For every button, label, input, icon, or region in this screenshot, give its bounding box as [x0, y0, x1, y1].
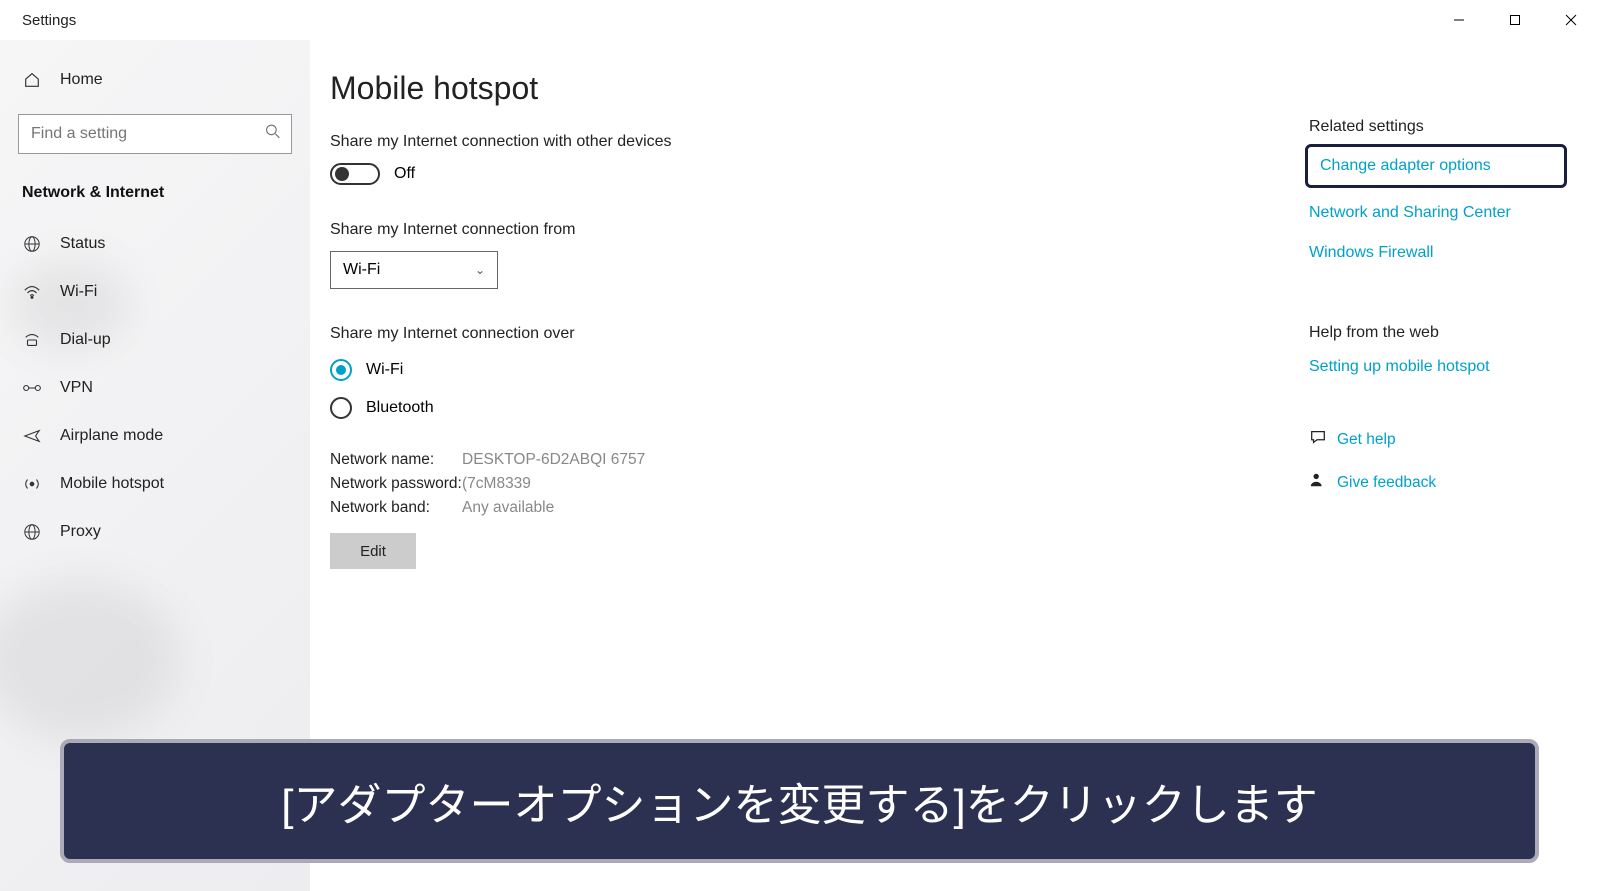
network-band-label: Network band:	[330, 499, 462, 517]
share-over-radios: Wi-Fi Bluetooth	[330, 359, 1150, 419]
sidebar-item-status[interactable]: Status	[0, 220, 310, 268]
blur-decoration	[0, 580, 180, 740]
radio-circle-icon	[330, 397, 352, 419]
dropdown-value: Wi-Fi	[343, 261, 380, 279]
search-input[interactable]	[19, 115, 291, 153]
vpn-icon	[22, 378, 42, 398]
chevron-down-icon: ⌄	[475, 263, 485, 277]
related-settings-heading: Related settings	[1309, 118, 1559, 136]
window-title: Settings	[22, 12, 76, 29]
page-title: Mobile hotspot	[330, 70, 1150, 107]
globe-icon	[22, 234, 42, 254]
radio-circle-icon	[330, 359, 352, 381]
get-help-row[interactable]: Get help	[1309, 428, 1559, 451]
sidebar-item-proxy[interactable]: Proxy	[0, 508, 310, 556]
feedback-row[interactable]: Give feedback	[1309, 471, 1559, 494]
radio-wifi[interactable]: Wi-Fi	[330, 359, 1150, 381]
sidebar-item-vpn[interactable]: VPN	[0, 364, 310, 412]
caption-text: [アダプターオプションを変更する]をクリックします	[94, 769, 1505, 833]
share-devices-label: Share my Internet connection with other …	[330, 133, 1150, 151]
change-adapter-link[interactable]: Change adapter options	[1320, 157, 1552, 175]
network-name-value: DESKTOP-6D2ABQI 6757	[462, 451, 645, 469]
help-heading: Help from the web	[1309, 324, 1559, 342]
network-sharing-link[interactable]: Network and Sharing Center	[1309, 204, 1559, 222]
home-link[interactable]: Home	[0, 60, 310, 100]
network-password-value: (7cM8339	[462, 475, 531, 493]
sidebar-item-label: VPN	[60, 379, 93, 397]
main-content: Mobile hotspot Share my Internet connect…	[330, 70, 1150, 569]
sidebar-item-label: Mobile hotspot	[60, 475, 164, 493]
network-name-row: Network name: DESKTOP-6D2ABQI 6757	[330, 451, 1150, 469]
network-password-label: Network password:	[330, 475, 462, 493]
get-help-link: Get help	[1337, 431, 1396, 449]
radio-bluetooth[interactable]: Bluetooth	[330, 397, 1150, 419]
home-icon	[22, 70, 42, 90]
network-band-value: Any available	[462, 499, 554, 517]
feedback-link: Give feedback	[1337, 474, 1436, 492]
minimize-button[interactable]	[1431, 0, 1487, 40]
close-button[interactable]	[1543, 0, 1599, 40]
proxy-icon	[22, 522, 42, 542]
radio-label: Wi-Fi	[366, 361, 403, 379]
titlebar: Settings	[0, 0, 1599, 40]
person-icon	[1309, 471, 1337, 494]
airplane-icon	[22, 426, 42, 446]
share-from-dropdown[interactable]: Wi-Fi ⌄	[330, 251, 498, 289]
search-box[interactable]	[18, 114, 292, 154]
aside-panel: Related settings Change adapter options …	[1309, 118, 1559, 514]
edit-button[interactable]: Edit	[330, 533, 416, 569]
home-label: Home	[60, 71, 103, 89]
blur-decoration	[10, 260, 130, 350]
windows-firewall-link[interactable]: Windows Firewall	[1309, 244, 1559, 262]
maximize-button[interactable]	[1487, 0, 1543, 40]
share-over-label: Share my Internet connection over	[330, 325, 1150, 343]
sidebar-item-airplane[interactable]: Airplane mode	[0, 412, 310, 460]
sidebar-item-label: Airplane mode	[60, 427, 163, 445]
sidebar-item-hotspot[interactable]: Mobile hotspot	[0, 460, 310, 508]
share-toggle-row: Off	[330, 163, 1150, 185]
highlight-box: Change adapter options	[1305, 144, 1567, 188]
window-controls	[1431, 0, 1599, 40]
toggle-state-label: Off	[394, 165, 415, 183]
chat-icon	[1309, 428, 1337, 451]
toggle-knob	[335, 167, 349, 181]
instruction-caption: [アダプターオプションを変更する]をクリックします	[60, 739, 1539, 863]
setup-hotspot-link[interactable]: Setting up mobile hotspot	[1309, 358, 1559, 376]
share-toggle[interactable]	[330, 163, 380, 185]
sidebar-item-label: Proxy	[60, 523, 101, 541]
network-name-label: Network name:	[330, 451, 462, 469]
sidebar-item-label: Status	[60, 235, 105, 253]
network-password-row: Network password: (7cM8339	[330, 475, 1150, 493]
hotspot-icon	[22, 474, 42, 494]
section-heading: Network & Internet	[0, 174, 310, 220]
share-from-label: Share my Internet connection from	[330, 221, 1150, 239]
network-band-row: Network band: Any available	[330, 499, 1150, 517]
radio-label: Bluetooth	[366, 399, 434, 417]
search-icon	[265, 124, 281, 145]
